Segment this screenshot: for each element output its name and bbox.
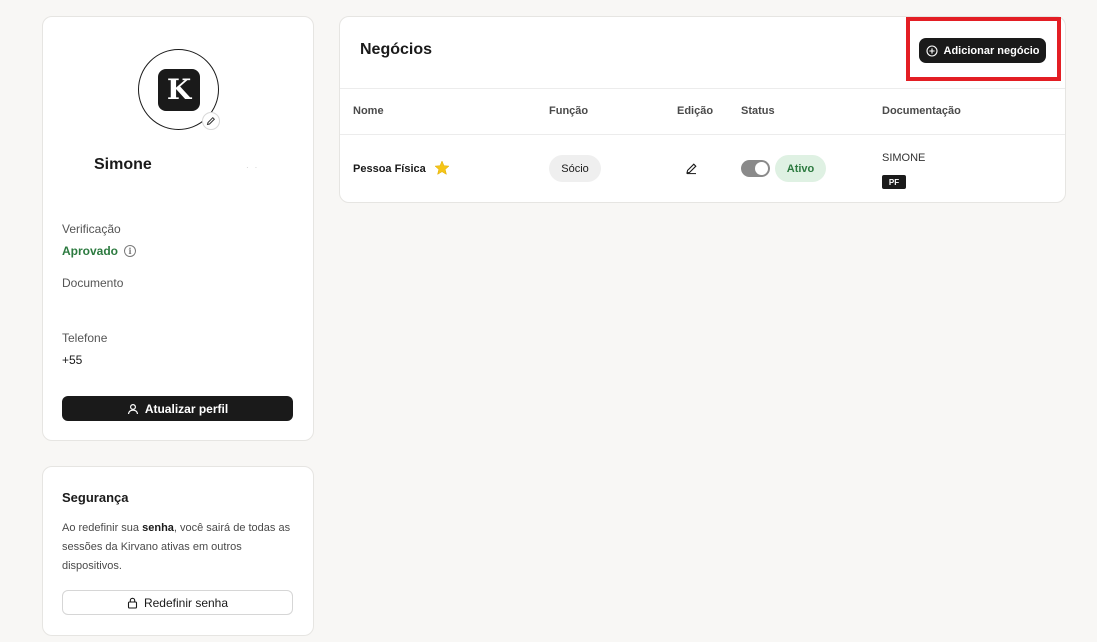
user-name: Simone: [94, 156, 152, 173]
verification-label: Verificação: [62, 222, 121, 236]
decorative-dots: ··: [246, 163, 264, 172]
column-header-edit: Edição: [677, 105, 714, 117]
column-header-status: Status: [741, 105, 775, 117]
table-header-divider: [340, 134, 1065, 135]
lock-icon: [127, 597, 138, 609]
avatar-letter: K: [166, 73, 192, 106]
status-label: Ativo: [786, 162, 815, 175]
profile-card: K Simone ·· Verificação Aprovado i Docum…: [42, 16, 314, 441]
security-description: Ao redefinir sua senha, você sairá de to…: [62, 519, 298, 576]
kirvano-logo-icon: K: [158, 69, 200, 111]
add-business-button[interactable]: Adicionar negócio: [919, 38, 1046, 63]
business-name-cell: Pessoa Física: [353, 160, 450, 176]
reset-password-label: Redefinir senha: [143, 595, 229, 610]
verification-status: Aprovado i: [62, 244, 137, 258]
document-owner: SIMONE: [882, 152, 926, 164]
status-badge: Ativo: [775, 155, 826, 182]
document-type-badge: PF: [882, 175, 906, 189]
phone-value: +55: [62, 353, 83, 367]
header-divider: [340, 88, 1065, 89]
update-profile-label: Atualizar perfil: [144, 401, 229, 416]
security-text-bold: senha: [142, 522, 174, 534]
update-profile-button[interactable]: Atualizar perfil: [62, 396, 293, 421]
status-toggle[interactable]: [741, 160, 770, 177]
role-badge: Sócio: [549, 155, 601, 182]
edit-pencil-icon[interactable]: [685, 162, 698, 175]
star-icon[interactable]: [434, 160, 450, 176]
column-header-role: Função: [549, 105, 589, 117]
pencil-icon: [206, 116, 216, 126]
avatar[interactable]: K: [138, 49, 220, 130]
security-title: Segurança: [62, 490, 129, 505]
verification-value: Aprovado: [62, 244, 119, 258]
reset-password-button[interactable]: Redefinir senha: [62, 590, 293, 615]
phone-label: Telefone: [62, 331, 108, 345]
edit-avatar-button[interactable]: [202, 112, 220, 130]
user-icon: [127, 403, 138, 414]
document-label: Documento: [62, 276, 124, 290]
business-title: Negócios: [360, 41, 433, 58]
plus-circle-icon: [925, 44, 938, 57]
document-type-label: PF: [888, 177, 900, 187]
column-header-name: Nome: [353, 105, 384, 117]
security-card: Segurança Ao redefinir sua senha, você s…: [42, 466, 314, 636]
add-business-label: Adicionar negócio: [943, 44, 1040, 57]
info-icon[interactable]: i: [124, 245, 137, 257]
business-card: Negócios Adicionar negócio Nome Função E…: [339, 16, 1066, 203]
column-header-documentation: Documentação: [882, 105, 961, 117]
business-name: Pessoa Física: [353, 163, 426, 175]
role-label: Sócio: [561, 162, 589, 175]
security-text-before: Ao redefinir sua: [62, 522, 143, 534]
